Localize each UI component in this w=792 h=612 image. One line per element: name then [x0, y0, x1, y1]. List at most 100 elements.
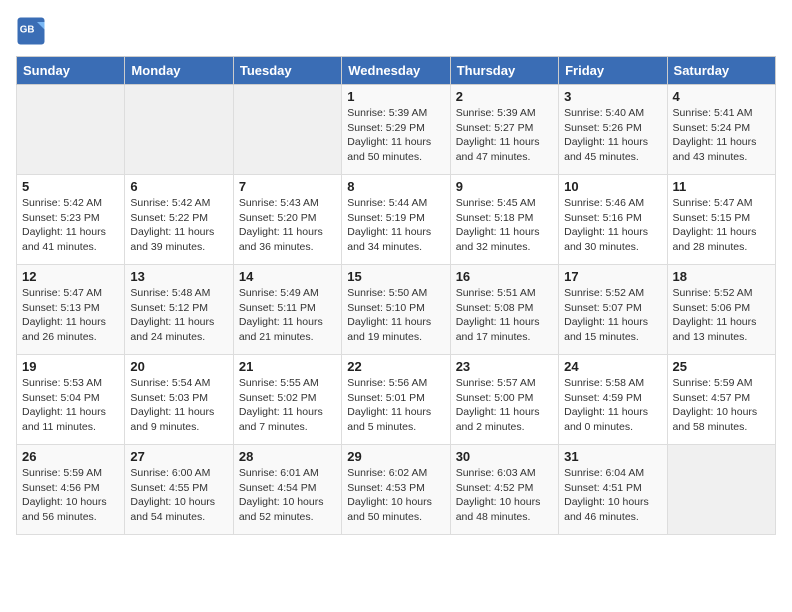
calendar-cell: 24 Sunrise: 5:58 AM Sunset: 4:59 PM Dayli… — [559, 355, 667, 445]
day-number: 9 — [456, 179, 553, 194]
day-number: 16 — [456, 269, 553, 284]
day-info: Sunrise: 5:41 AM Sunset: 5:24 PM Dayligh… — [673, 106, 770, 165]
calendar-cell — [125, 85, 233, 175]
day-number: 4 — [673, 89, 770, 104]
weekday-header-tuesday: Tuesday — [233, 57, 341, 85]
day-number: 13 — [130, 269, 227, 284]
calendar-cell: 26Sunrise: 5:59 AM Sunset: 4:56 PM Dayli… — [17, 445, 125, 535]
day-number: 19 — [22, 359, 119, 374]
calendar-cell: 19 Sunrise: 5:53 AM Sunset: 5:04 PM Dayli… — [17, 355, 125, 445]
day-number: 2 — [456, 89, 553, 104]
calendar-cell: 6 Sunrise: 5:42 AM Sunset: 5:22 PM Daylig… — [125, 175, 233, 265]
day-info: Sunrise: 6:03 AM Sunset: 4:52 PM Dayligh… — [456, 466, 553, 525]
calendar-cell: 21 Sunrise: 5:55 AM Sunset: 5:02 PM Dayli… — [233, 355, 341, 445]
day-number: 25 — [673, 359, 770, 374]
calendar-cell: 13 Sunrise: 5:48 AM Sunset: 5:12 PM Dayli… — [125, 265, 233, 355]
day-number: 31 — [564, 449, 661, 464]
day-number: 18 — [673, 269, 770, 284]
logo: GB — [16, 16, 50, 46]
day-number: 5 — [22, 179, 119, 194]
day-info: Sunrise: 5:51 AM Sunset: 5:08 PM Dayligh… — [456, 286, 553, 345]
day-info: Sunrise: 5:39 AM Sunset: 5:29 PM Dayligh… — [347, 106, 444, 165]
calendar-cell — [17, 85, 125, 175]
day-info: Sunrise: 5:48 AM Sunset: 5:12 PM Dayligh… — [130, 286, 227, 345]
day-number: 11 — [673, 179, 770, 194]
day-info: Sunrise: 5:52 AM Sunset: 5:07 PM Dayligh… — [564, 286, 661, 345]
calendar-cell: 9 Sunrise: 5:45 AM Sunset: 5:18 PM Daylig… — [450, 175, 558, 265]
calendar-body: 1Sunrise: 5:39 AM Sunset: 5:29 PM Daylig… — [17, 85, 776, 535]
calendar-cell: 15 Sunrise: 5:50 AM Sunset: 5:10 PM Dayli… — [342, 265, 450, 355]
calendar-week-1: 1Sunrise: 5:39 AM Sunset: 5:29 PM Daylig… — [17, 85, 776, 175]
calendar-cell: 14Sunrise: 5:49 AM Sunset: 5:11 PM Dayli… — [233, 265, 341, 355]
day-info: Sunrise: 5:58 AM Sunset: 4:59 PM Dayligh… — [564, 376, 661, 435]
calendar-cell: 16 Sunrise: 5:51 AM Sunset: 5:08 PM Dayli… — [450, 265, 558, 355]
day-number: 15 — [347, 269, 444, 284]
calendar-cell: 18 Sunrise: 5:52 AM Sunset: 5:06 PM Dayli… — [667, 265, 775, 355]
calendar-cell: 27 Sunrise: 6:00 AM Sunset: 4:55 PM Dayli… — [125, 445, 233, 535]
calendar-cell: 20Sunrise: 5:54 AM Sunset: 5:03 PM Dayli… — [125, 355, 233, 445]
day-info: Sunrise: 6:04 AM Sunset: 4:51 PM Dayligh… — [564, 466, 661, 525]
page-header: GB — [16, 16, 776, 46]
calendar-cell: 2 Sunrise: 5:39 AM Sunset: 5:27 PM Daylig… — [450, 85, 558, 175]
day-info: Sunrise: 5:57 AM Sunset: 5:00 PM Dayligh… — [456, 376, 553, 435]
calendar-cell: 28 Sunrise: 6:01 AM Sunset: 4:54 PM Dayli… — [233, 445, 341, 535]
calendar-cell: 23 Sunrise: 5:57 AM Sunset: 5:00 PM Dayli… — [450, 355, 558, 445]
calendar-cell: 1Sunrise: 5:39 AM Sunset: 5:29 PM Daylig… — [342, 85, 450, 175]
calendar-cell: 31 Sunrise: 6:04 AM Sunset: 4:51 PM Dayli… — [559, 445, 667, 535]
weekday-header-wednesday: Wednesday — [342, 57, 450, 85]
day-info: Sunrise: 5:47 AM Sunset: 5:15 PM Dayligh… — [673, 196, 770, 255]
day-info: Sunrise: 5:59 AM Sunset: 4:57 PM Dayligh… — [673, 376, 770, 435]
calendar-cell: 25 Sunrise: 5:59 AM Sunset: 4:57 PM Dayli… — [667, 355, 775, 445]
logo-icon: GB — [16, 16, 46, 46]
calendar-cell: 10 Sunrise: 5:46 AM Sunset: 5:16 PM Dayli… — [559, 175, 667, 265]
weekday-header-saturday: Saturday — [667, 57, 775, 85]
day-info: Sunrise: 5:40 AM Sunset: 5:26 PM Dayligh… — [564, 106, 661, 165]
calendar-week-5: 26Sunrise: 5:59 AM Sunset: 4:56 PM Dayli… — [17, 445, 776, 535]
day-info: Sunrise: 5:50 AM Sunset: 5:10 PM Dayligh… — [347, 286, 444, 345]
calendar-cell — [667, 445, 775, 535]
calendar-table: SundayMondayTuesdayWednesdayThursdayFrid… — [16, 56, 776, 535]
day-number: 23 — [456, 359, 553, 374]
day-number: 30 — [456, 449, 553, 464]
day-info: Sunrise: 5:53 AM Sunset: 5:04 PM Dayligh… — [22, 376, 119, 435]
calendar-cell: 22 Sunrise: 5:56 AM Sunset: 5:01 PM Dayli… — [342, 355, 450, 445]
day-number: 27 — [130, 449, 227, 464]
day-info: Sunrise: 6:02 AM Sunset: 4:53 PM Dayligh… — [347, 466, 444, 525]
day-info: Sunrise: 5:45 AM Sunset: 5:18 PM Dayligh… — [456, 196, 553, 255]
day-info: Sunrise: 5:52 AM Sunset: 5:06 PM Dayligh… — [673, 286, 770, 345]
weekday-header-sunday: Sunday — [17, 57, 125, 85]
day-number: 21 — [239, 359, 336, 374]
weekday-header-thursday: Thursday — [450, 57, 558, 85]
day-number: 28 — [239, 449, 336, 464]
calendar-cell: 8Sunrise: 5:44 AM Sunset: 5:19 PM Daylig… — [342, 175, 450, 265]
day-number: 3 — [564, 89, 661, 104]
day-info: Sunrise: 6:00 AM Sunset: 4:55 PM Dayligh… — [130, 466, 227, 525]
day-info: Sunrise: 5:42 AM Sunset: 5:22 PM Dayligh… — [130, 196, 227, 255]
day-number: 24 — [564, 359, 661, 374]
day-info: Sunrise: 5:56 AM Sunset: 5:01 PM Dayligh… — [347, 376, 444, 435]
calendar-cell: 29 Sunrise: 6:02 AM Sunset: 4:53 PM Dayli… — [342, 445, 450, 535]
calendar-cell: 7Sunrise: 5:43 AM Sunset: 5:20 PM Daylig… — [233, 175, 341, 265]
calendar-cell: 17 Sunrise: 5:52 AM Sunset: 5:07 PM Dayli… — [559, 265, 667, 355]
day-number: 17 — [564, 269, 661, 284]
day-info: Sunrise: 5:54 AM Sunset: 5:03 PM Dayligh… — [130, 376, 227, 435]
calendar-cell: 4 Sunrise: 5:41 AM Sunset: 5:24 PM Daylig… — [667, 85, 775, 175]
day-info: Sunrise: 5:39 AM Sunset: 5:27 PM Dayligh… — [456, 106, 553, 165]
calendar-cell: 12Sunrise: 5:47 AM Sunset: 5:13 PM Dayli… — [17, 265, 125, 355]
day-info: Sunrise: 5:46 AM Sunset: 5:16 PM Dayligh… — [564, 196, 661, 255]
day-number: 10 — [564, 179, 661, 194]
day-number: 22 — [347, 359, 444, 374]
calendar-week-4: 19 Sunrise: 5:53 AM Sunset: 5:04 PM Dayli… — [17, 355, 776, 445]
day-info: Sunrise: 5:42 AM Sunset: 5:23 PM Dayligh… — [22, 196, 119, 255]
calendar-cell — [233, 85, 341, 175]
calendar-header-row: SundayMondayTuesdayWednesdayThursdayFrid… — [17, 57, 776, 85]
calendar-cell: 5 Sunrise: 5:42 AM Sunset: 5:23 PM Daylig… — [17, 175, 125, 265]
day-number: 6 — [130, 179, 227, 194]
day-info: Sunrise: 5:55 AM Sunset: 5:02 PM Dayligh… — [239, 376, 336, 435]
calendar-cell: 3 Sunrise: 5:40 AM Sunset: 5:26 PM Daylig… — [559, 85, 667, 175]
day-number: 8 — [347, 179, 444, 194]
day-number: 29 — [347, 449, 444, 464]
day-info: Sunrise: 5:49 AM Sunset: 5:11 PM Dayligh… — [239, 286, 336, 345]
calendar-cell: 30 Sunrise: 6:03 AM Sunset: 4:52 PM Dayli… — [450, 445, 558, 535]
day-info: Sunrise: 6:01 AM Sunset: 4:54 PM Dayligh… — [239, 466, 336, 525]
